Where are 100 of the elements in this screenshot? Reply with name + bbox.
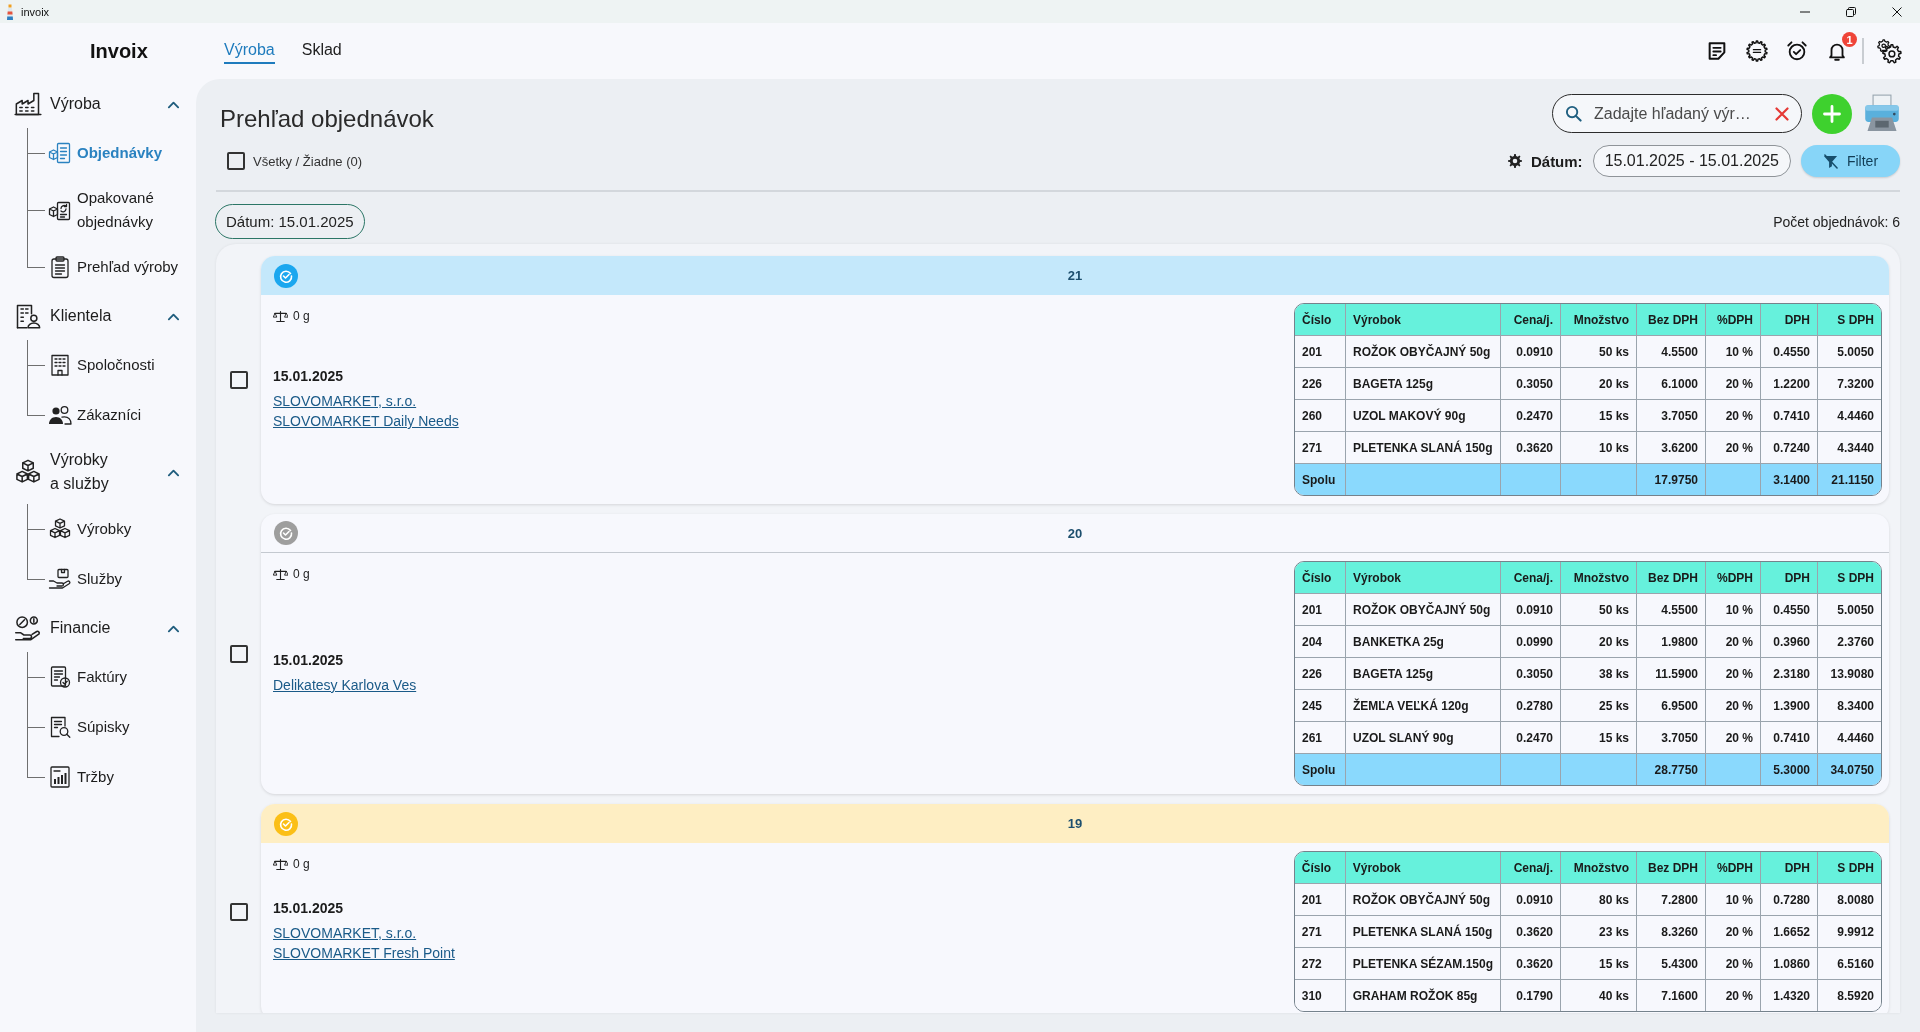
table-cell: ROŽOK OBYČAJNÝ 50g	[1346, 594, 1501, 626]
table-cell: 272	[1294, 948, 1346, 980]
table-cell: 0.4550	[1761, 336, 1818, 368]
nav-item[interactable]: Tržby	[48, 752, 114, 802]
printer-icon[interactable]	[1864, 94, 1900, 132]
table-cell: 0.7240	[1761, 432, 1818, 464]
order-number: 19	[1067, 816, 1083, 831]
close-icon[interactable]	[1892, 6, 1902, 17]
date-label: Dátum:	[1530, 152, 1583, 170]
clipboard-icon	[48, 255, 72, 279]
table-cell: 1.9800	[1637, 626, 1706, 658]
table-cell: 38 ks	[1561, 658, 1637, 690]
nav-item[interactable]: Výrobky	[48, 504, 132, 554]
table-cell: ROŽOK OBYČAJNÝ 50g	[1345, 884, 1501, 916]
nav-group-header[interactable]: Klientela	[0, 292, 180, 340]
checkbox[interactable]	[229, 903, 248, 921]
table-cell: 10 ks	[1561, 432, 1637, 464]
column-header: %DPH	[1706, 562, 1761, 594]
table-cell: ŽEMĽA VEĽKÁ 120g	[1346, 690, 1501, 722]
customer-link[interactable]: SLOVOMARKET Daily Needs	[273, 411, 459, 431]
table-cell: 20 %	[1706, 948, 1761, 980]
table-cell: 10 %	[1706, 594, 1761, 626]
nav-item[interactable]: Zákazníci	[48, 390, 142, 440]
funnel-slash-icon	[1822, 153, 1838, 169]
column-header: S DPH	[1818, 852, 1881, 884]
table-cell: 0.7410	[1761, 400, 1818, 432]
table-cell: 15 ks	[1561, 948, 1637, 980]
settings-icon[interactable]	[1507, 154, 1522, 168]
table-cell: BAGETA 125g	[1346, 658, 1501, 690]
customer-link[interactable]: SLOVOMARKET, s.r.o.	[273, 391, 417, 411]
table-cell: 4.5500	[1637, 594, 1706, 626]
select-all-label: Všetky / Žiadne (0)	[253, 153, 363, 169]
nav-group-header[interactable]: Výrobky a služby	[0, 440, 180, 504]
date-range-field[interactable]: 15.01.2025 - 15.01.2025	[1592, 145, 1791, 177]
order-number: 20	[1067, 525, 1083, 541]
checkbox[interactable]	[229, 645, 248, 663]
table-cell: 23 ks	[1561, 916, 1637, 948]
table-cell: 15 ks	[1561, 400, 1637, 432]
nav-group-header[interactable]: Financie	[0, 604, 180, 652]
customer-link[interactable]: SLOVOMARKET Fresh Point	[273, 943, 455, 963]
search-field[interactable]: Zadajte hľadaný výr…	[1552, 94, 1802, 133]
total-cell: Spolu	[1295, 464, 1346, 495]
checkbox[interactable]	[229, 371, 248, 389]
total-cell: 17.9750	[1637, 464, 1706, 495]
table-cell: 10 %	[1706, 884, 1761, 916]
box-document-icon	[48, 141, 72, 165]
nav-item[interactable]: Objednávky	[48, 128, 163, 178]
alarm-clock-icon[interactable]	[1786, 40, 1808, 62]
factory-icon	[14, 90, 42, 118]
table-cell: BAGETA 125g	[1346, 368, 1501, 400]
column-header: Množstvo	[1561, 304, 1637, 336]
table-cell: 15 ks	[1561, 722, 1637, 754]
customer-link[interactable]: SLOVOMARKET, s.r.o.	[273, 923, 417, 943]
customer-link[interactable]: Delikatesy Karlova Ves	[273, 675, 417, 695]
nav-item[interactable]: Opakované objednávky	[48, 178, 196, 242]
table-cell: 245	[1295, 690, 1346, 722]
column-header: Výrobok	[1345, 852, 1501, 884]
settings-icon[interactable]	[1877, 38, 1902, 64]
column-header: Číslo	[1294, 852, 1346, 884]
checkbox[interactable]	[227, 152, 245, 170]
order-date: 15.01.2025	[273, 368, 344, 384]
table-cell: 20 %	[1706, 626, 1761, 658]
column-header: Množstvo	[1561, 852, 1637, 884]
column-header: Cena/j.	[1501, 304, 1561, 336]
total-cell: 5.3000	[1761, 754, 1818, 785]
note-icon[interactable]	[1706, 40, 1728, 62]
table-cell: 0.3960	[1761, 626, 1818, 658]
table-cell: 6.9500	[1637, 690, 1706, 722]
column-header: %DPH	[1706, 304, 1761, 336]
table-cell: 226	[1295, 368, 1346, 400]
nav-item[interactable]: Spoločnosti	[48, 340, 155, 390]
total-cell: 28.7750	[1637, 754, 1706, 785]
nav-item[interactable]: Faktúry	[48, 652, 127, 702]
nav-tab[interactable]: Výroba	[224, 38, 275, 64]
order-date: 15.01.2025	[273, 900, 344, 916]
document-check-icon	[48, 665, 72, 689]
nav-tab[interactable]: Sklad	[301, 38, 342, 64]
table-cell: 260	[1295, 400, 1346, 432]
column-header: DPH	[1761, 852, 1818, 884]
table-cell: 20 %	[1706, 722, 1761, 754]
nav-item[interactable]: Súpisky	[48, 702, 130, 752]
filter-button[interactable]: Filter	[1801, 145, 1900, 177]
column-header: %DPH	[1706, 852, 1761, 884]
nav-group-header[interactable]: Výroba	[0, 80, 180, 128]
nav-item[interactable]: Prehľad výroby	[48, 242, 179, 292]
restore-icon[interactable]	[1846, 6, 1856, 17]
table-cell: 50 ks	[1561, 594, 1637, 626]
table-cell: UZOL MAKOVÝ 90g	[1346, 400, 1501, 432]
order-number: 21	[1067, 268, 1083, 283]
table-cell: 0.0910	[1501, 336, 1561, 368]
scale-icon	[273, 567, 288, 581]
seal-icon[interactable]	[1746, 40, 1768, 62]
nav-item[interactable]: Služby	[48, 554, 123, 604]
search-input[interactable]: Zadajte hľadaný výr…	[1594, 104, 1763, 123]
table-cell: 201	[1295, 594, 1346, 626]
table-cell: 0.7280	[1761, 884, 1818, 916]
column-header: S DPH	[1818, 304, 1881, 336]
table-cell: 3.6200	[1637, 432, 1706, 464]
app-logo: Invoix	[89, 39, 149, 63]
column-header: Cena/j.	[1501, 562, 1561, 594]
